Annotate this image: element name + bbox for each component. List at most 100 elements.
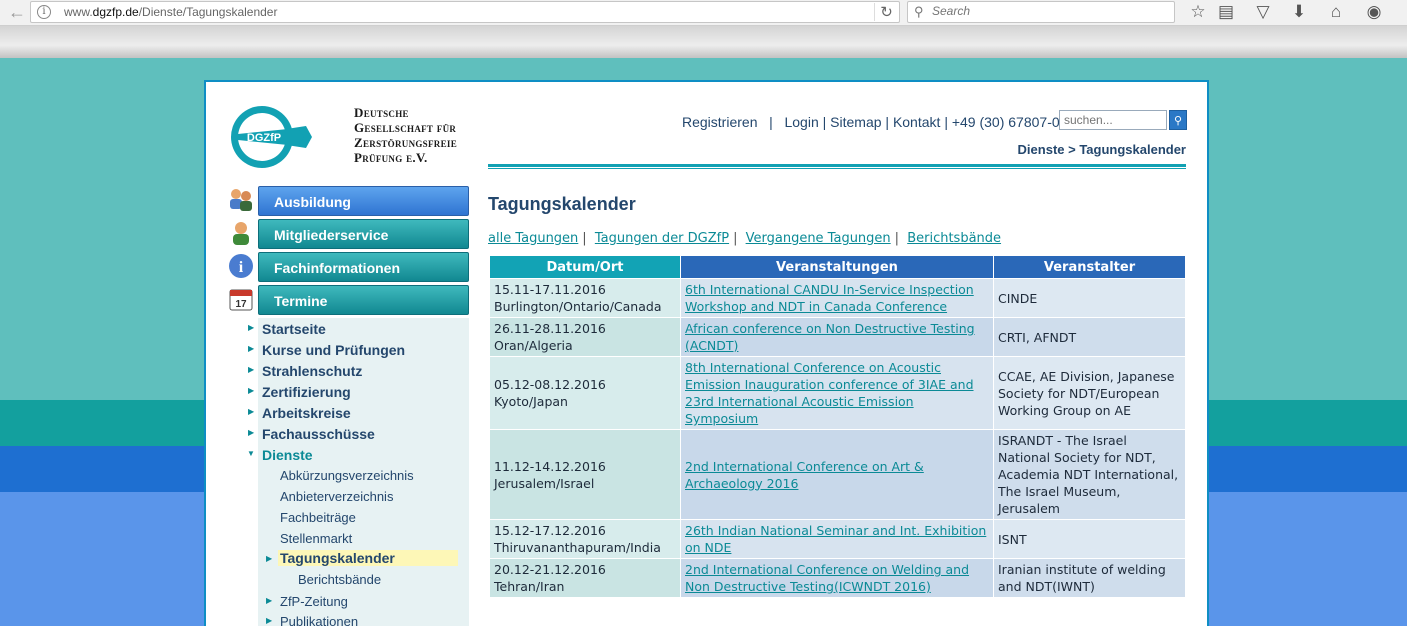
magnifier-icon: ⚲ <box>1173 115 1183 127</box>
star-icon[interactable]: ☆ <box>1186 1 1210 23</box>
pocket-icon[interactable]: ▽ <box>1251 1 1275 23</box>
event-link[interactable]: 2nd International Conference on Art & Ar… <box>685 459 924 491</box>
table-row: 05.12-08.12.2016 Kyoto/Japan 8th Internat… <box>489 356 1186 430</box>
event-link[interactable]: African conference on Non Destructive Te… <box>685 321 975 353</box>
nav-stellenmarkt[interactable]: Stellenmarkt <box>280 531 352 546</box>
bullet-icon: ▶ <box>266 554 273 563</box>
site-search-button[interactable]: ⚲ <box>1169 110 1187 130</box>
filter-past-conferences[interactable]: Vergangene Tagungen <box>746 231 891 246</box>
download-icon[interactable]: ⬇ <box>1287 1 1311 23</box>
url-text[interactable]: www.dgzfp.de/Dienste/Tagungskalender <box>64 5 277 19</box>
bullet-icon: ▶ <box>266 596 273 605</box>
date-cell: 26.11-28.11.2016 Oran/Algeria <box>489 317 681 357</box>
header-divider <box>488 164 1186 169</box>
search-icon: ⚲ <box>914 4 924 19</box>
dgzfp-logo-icon[interactable]: DGZfP <box>228 104 318 170</box>
date-cell: 05.12-08.12.2016 Kyoto/Japan <box>489 356 681 430</box>
date-cell: 11.12-14.12.2016 Jerusalem/Israel <box>489 429 681 520</box>
organizer-cell: ISRANDT - The Israel National Society fo… <box>993 429 1186 520</box>
table-row: 26.11-28.11.2016 Oran/Algeria African con… <box>489 317 1186 357</box>
people-icon <box>228 186 254 212</box>
phone-number: +49 (30) 67807-0 <box>951 114 1060 130</box>
nav-zfp-zeitung[interactable]: ZfP-Zeitung <box>280 594 348 609</box>
person-icon <box>228 220 254 246</box>
bullet-icon: ▶ <box>266 616 273 625</box>
date-cell: 20.12-21.12.2016 Tehran/Iran <box>489 558 681 598</box>
nav-anbieterverzeichnis[interactable]: Anbieterverzeichnis <box>280 489 393 504</box>
browser-toolbar: ← i www.dgzfp.de/Dienste/Tagungskalender… <box>0 0 1407 26</box>
bullet-icon: ▶ <box>248 428 255 437</box>
event-link[interactable]: 2nd International Conference on Welding … <box>685 562 969 594</box>
nav-startseite[interactable]: Startseite <box>262 321 326 337</box>
event-link[interactable]: 26th Indian National Seminar and Int. Ex… <box>685 523 986 555</box>
date-cell: 15.12-17.12.2016 Thiruvananthapuram/India <box>489 519 681 559</box>
back-arrow-icon[interactable]: ← <box>4 2 30 22</box>
menu-mitgliederservice[interactable]: Mitgliederservice <box>258 219 469 249</box>
event-cell: 2nd International Conference on Welding … <box>680 558 994 598</box>
browser-search-box[interactable]: ⚲ <box>907 1 1175 23</box>
menu-termine[interactable]: Termine <box>258 285 469 315</box>
bullet-icon: ▶ <box>248 407 255 416</box>
bullet-icon: ▶ <box>248 365 255 374</box>
nav-fachbeitraege[interactable]: Fachbeiträge <box>280 510 356 525</box>
svg-text:i: i <box>239 259 244 276</box>
bullet-icon: ▶ <box>248 323 255 332</box>
extension-icon[interactable]: ◉ <box>1362 1 1386 23</box>
info-icon: i <box>228 253 254 279</box>
nav-fachausschuesse[interactable]: Fachausschüsse <box>262 426 375 442</box>
organizer-cell: ISNT <box>993 519 1186 559</box>
organizer-cell: CINDE <box>993 278 1186 318</box>
info-icon[interactable]: i <box>37 5 51 19</box>
calendar-icon: 17 <box>228 286 254 312</box>
bullet-icon: ▶ <box>248 344 255 353</box>
event-link[interactable]: 6th International CANDU In-Service Inspe… <box>685 282 974 314</box>
calendar-filters: alle Tagungen | Tagungen der DGZfP | Verga… <box>488 231 1002 246</box>
column-header-events: Veranstaltungen <box>680 255 994 279</box>
menu-fachinformationen[interactable]: Fachinformationen <box>258 252 469 282</box>
svg-text:DGZfP: DGZfP <box>247 132 281 144</box>
register-link[interactable]: Registrieren <box>682 114 757 130</box>
site-search-input[interactable] <box>1059 110 1167 130</box>
contact-link[interactable]: Kontakt <box>893 114 940 130</box>
nav-tagungskalender[interactable]: Tagungskalender <box>278 550 458 566</box>
nav-publikationen[interactable]: Publikationen <box>280 614 358 626</box>
conference-table: Datum/Ort Veranstaltungen Veranstalter 1… <box>489 255 1186 598</box>
bullet-open-icon: ▼ <box>247 449 255 458</box>
table-header-row: Datum/Ort Veranstaltungen Veranstalter <box>489 255 1186 279</box>
filter-proceedings[interactable]: Berichtsbände <box>907 231 1001 246</box>
nav-strahlenschutz[interactable]: Strahlenschutz <box>262 363 362 379</box>
event-link[interactable]: 8th International Conference on Acoustic… <box>685 360 974 426</box>
column-header-organizer: Veranstalter <box>993 255 1186 279</box>
event-cell: African conference on Non Destructive Te… <box>680 317 994 357</box>
event-cell: 8th International Conference on Acoustic… <box>680 356 994 430</box>
menu-ausbildung[interactable]: Ausbildung <box>258 186 469 216</box>
reload-icon[interactable]: ↻ <box>874 3 898 21</box>
nav-kurse-und-pruefungen[interactable]: Kurse und Prüfungen <box>262 342 405 358</box>
nav-abkuerzungsverzeichnis[interactable]: Abkürzungsverzeichnis <box>280 468 414 483</box>
svg-text:17: 17 <box>235 299 247 310</box>
reading-list-icon[interactable]: ▤ <box>1214 1 1238 23</box>
nav-dienste[interactable]: Dienste <box>262 447 313 463</box>
date-cell: 15.11-17.11.2016 Burlington/Ontario/Canad… <box>489 278 681 318</box>
table-row: 20.12-21.12.2016 Tehran/Iran 2nd Internat… <box>489 558 1186 598</box>
nav-zertifizierung[interactable]: Zertifizierung <box>262 384 351 400</box>
bullet-icon: ▶ <box>248 386 255 395</box>
event-cell: 2nd International Conference on Art & Ar… <box>680 429 994 520</box>
sitemap-link[interactable]: Sitemap <box>830 114 881 130</box>
event-cell: 6th International CANDU In-Service Inspe… <box>680 278 994 318</box>
organizer-cell: CRTI, AFNDT <box>993 317 1186 357</box>
page-top-gradient <box>0 26 1407 58</box>
event-cell: 26th Indian National Seminar and Int. Ex… <box>680 519 994 559</box>
address-bar[interactable]: i www.dgzfp.de/Dienste/Tagungskalender ↻ <box>30 1 900 23</box>
table-row: 15.11-17.11.2016 Burlington/Ontario/Canad… <box>489 278 1186 318</box>
nav-arbeitskreise[interactable]: Arbeitskreise <box>262 405 351 421</box>
nav-berichtsbaende[interactable]: Berichtsbände <box>298 572 381 587</box>
browser-search-input[interactable] <box>932 4 1162 18</box>
login-link[interactable]: Login <box>784 114 818 130</box>
home-icon[interactable]: ⌂ <box>1324 1 1348 23</box>
page-title: Tagungskalender <box>488 194 636 214</box>
table-row: 11.12-14.12.2016 Jerusalem/Israel 2nd Int… <box>489 429 1186 520</box>
filter-dgzfp-conferences[interactable]: Tagungen der DGZfP <box>595 231 729 246</box>
column-header-date: Datum/Ort <box>489 255 681 279</box>
filter-all-conferences[interactable]: alle Tagungen <box>488 231 578 246</box>
